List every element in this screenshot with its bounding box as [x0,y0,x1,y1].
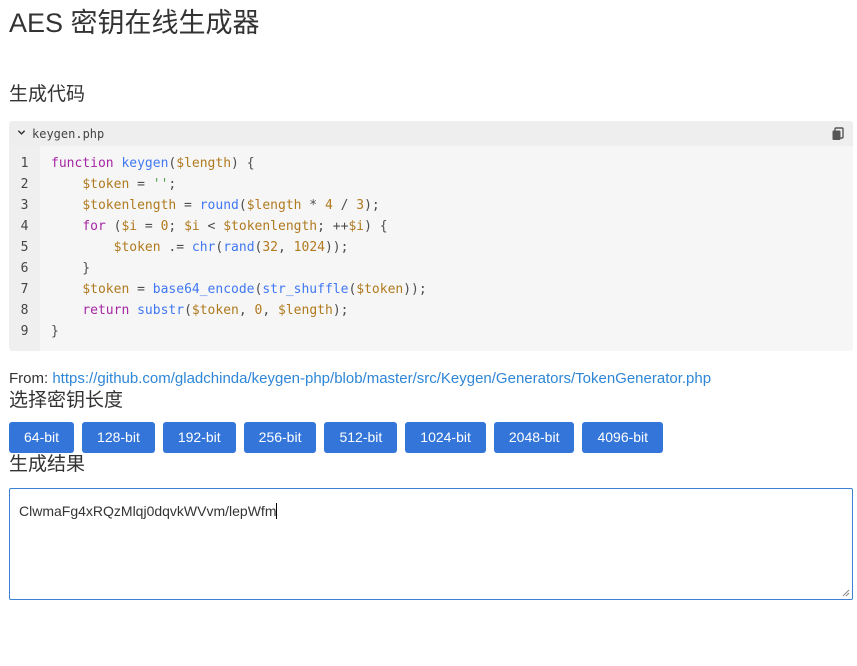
page-title: AES 密钥在线生成器 [9,8,260,38]
line-number: 5 [20,240,29,255]
code-file-name: keygen.php [32,126,105,141]
key-length-title: 选择密钥长度 [9,390,124,411]
line-number: 4 [20,219,29,234]
chevron-down-icon[interactable] [17,128,29,140]
copy-icon[interactable] [831,126,845,141]
bit-192-button[interactable]: 192-bit [162,422,236,453]
page: AES 密钥在线生成器 生成代码 keygen.php 1 2 3 4 5 6 7 8 9 fu… [0,0,857,666]
line-number: 9 [20,324,29,339]
result-value: ClwmaFg4xRQzMlqj0dqvkWVvm/lepWfm [19,503,277,519]
line-number: 7 [20,282,29,297]
key-length-buttons: 64-bit 128-bit 192-bit 256-bit 512-bit 1… [9,422,853,453]
source-prefix: From: [9,370,53,387]
code-block-header: keygen.php [9,121,853,146]
code-content: function keygen($length) { $token = ''; … [51,156,427,339]
line-number: 8 [20,303,29,318]
source-line: From: https://github.com/gladchinda/keyg… [9,369,853,389]
line-numbers: 1 2 3 4 5 6 7 8 9 [9,146,40,351]
bit-128-button[interactable]: 128-bit [82,422,155,453]
bit-64-button[interactable]: 64-bit [9,422,75,453]
bit-1024-button[interactable]: 1024-bit [405,422,486,453]
bit-256-button[interactable]: 256-bit [243,422,317,453]
line-number: 3 [20,198,29,213]
line-number: 6 [20,261,29,276]
bit-4096-button[interactable]: 4096-bit [582,422,664,453]
line-number: 1 [20,156,29,171]
result-textarea[interactable]: ClwmaFg4xRQzMlqj0dqvkWVvm/lepWfm [9,488,853,600]
result-title: 生成结果 [9,454,86,475]
code-section-title: 生成代码 [9,84,86,105]
code-body: 1 2 3 4 5 6 7 8 9 function keygen($length) { $to… [9,146,853,351]
bit-512-button[interactable]: 512-bit [324,422,398,453]
source-link[interactable]: https://github.com/gladchinda/keygen-php… [52,370,711,387]
text-caret [276,503,278,519]
line-number: 2 [20,177,29,192]
resize-grip-icon[interactable] [841,588,850,597]
code-block: keygen.php 1 2 3 4 5 6 7 8 9 function keygen($le… [9,121,853,351]
bit-2048-button[interactable]: 2048-bit [493,422,575,453]
